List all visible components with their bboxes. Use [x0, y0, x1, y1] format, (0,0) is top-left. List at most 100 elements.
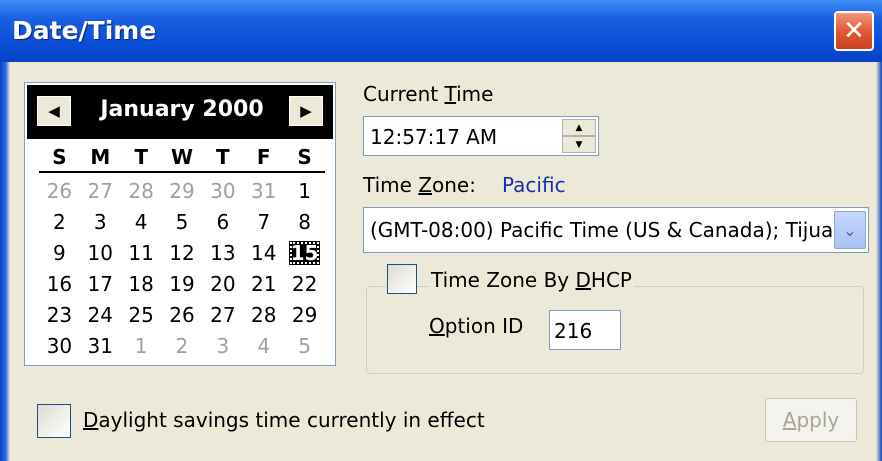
time-zone-select[interactable]: (GMT-08:00) Pacific Time (US & Canada); … [363, 207, 869, 253]
calendar-day[interactable]: 25 [121, 299, 162, 330]
weekday-label: S [297, 145, 312, 169]
calendar-day[interactable]: 30 [39, 330, 80, 361]
calendar-day-number: 10 [87, 240, 113, 265]
calendar-day[interactable]: 7 [243, 206, 284, 237]
calendar-day[interactable]: 23 [39, 299, 80, 330]
calendar-day[interactable]: 29 [284, 299, 325, 330]
calendar-day-number: 23 [46, 302, 73, 327]
calendar-day-number: 27 [210, 302, 236, 327]
time-zone-label-pre: Time [363, 173, 419, 197]
weekday-label: T [134, 145, 148, 169]
time-value[interactable]: 12:57:17 AM [370, 125, 497, 149]
calendar-day-number: 3 [216, 333, 230, 358]
calendar-day[interactable]: 21 [243, 268, 284, 299]
calendar-day-number: 4 [134, 209, 148, 234]
calendar-day[interactable]: 20 [202, 268, 243, 299]
calendar-day-number: 4 [257, 333, 271, 358]
calendar-day[interactable]: 13 [202, 237, 243, 268]
calendar-day-number: 22 [291, 271, 318, 296]
calendar-day-selected[interactable]: 15 [284, 237, 325, 268]
calendar-day[interactable]: 3 [202, 330, 243, 361]
calendar-day-number: 1 [298, 178, 311, 203]
time-zone-dropdown-button[interactable]: ⌄ [834, 211, 866, 249]
calendar-day[interactable]: 28 [121, 175, 162, 206]
calendar-day[interactable]: 18 [121, 268, 162, 299]
window-frame-left [0, 62, 10, 461]
calendar-day-number: 31 [250, 178, 277, 203]
calendar-day[interactable]: 9 [39, 237, 80, 268]
dhcp-label-pre: Time Zone By [431, 268, 576, 292]
calendar-day[interactable]: 22 [284, 268, 325, 299]
dhcp-checkbox[interactable] [387, 264, 417, 294]
calendar-day[interactable]: 28 [243, 299, 284, 330]
calendar-day[interactable]: 19 [162, 268, 203, 299]
calendar-day[interactable]: 12 [162, 237, 203, 268]
calendar-day-number: 21 [250, 271, 277, 296]
calendar-header: ◀ January 2000 ▶ [27, 85, 333, 139]
time-picker[interactable]: 12:57:17 AM ▲ ▼ [363, 116, 599, 156]
calendar-day[interactable]: 1 [284, 175, 325, 206]
calendar-day[interactable]: 5 [284, 330, 325, 361]
calendar-day[interactable]: 8 [284, 206, 325, 237]
dhcp-label[interactable]: Time Zone By DHCP [429, 268, 634, 292]
spin-up-button[interactable]: ▲ [562, 119, 596, 136]
calendar-day-number: 14 [250, 240, 277, 265]
calendar-day-number: 17 [87, 271, 113, 296]
calendar-day-number: 29 [291, 302, 318, 327]
apply-label-post: pply [796, 408, 840, 432]
calendar-day[interactable]: 17 [80, 268, 121, 299]
calendar-day[interactable]: 1 [121, 330, 162, 361]
calendar-day[interactable]: 27 [80, 175, 121, 206]
calendar-day[interactable]: 2 [39, 206, 80, 237]
calendar-day[interactable]: 31 [80, 330, 121, 361]
current-time-label-key: T [444, 82, 457, 106]
daylight-label[interactable]: Daylight savings time currently in effec… [83, 408, 485, 432]
calendar-day-number: 2 [53, 209, 66, 234]
close-button[interactable]: ✕ [834, 11, 874, 51]
weekday-label: S [52, 145, 67, 169]
calendar-day[interactable]: 10 [80, 237, 121, 268]
calendar-day[interactable]: 4 [243, 330, 284, 361]
calendar-day-number: 13 [210, 240, 236, 265]
window-frame-right [876, 62, 882, 461]
calendar-day[interactable]: 3 [80, 206, 121, 237]
weekday-header-row: SMTWTFS [39, 145, 325, 173]
calendar-day[interactable]: 26 [162, 299, 203, 330]
calendar-day-number: 11 [128, 240, 154, 265]
calendar-day[interactable]: 31 [243, 175, 284, 206]
caret-up-icon: ▲ [575, 122, 583, 133]
calendar-day-number: 24 [87, 302, 113, 327]
calendar-day[interactable]: 24 [80, 299, 121, 330]
calendar-day[interactable]: 5 [162, 206, 203, 237]
calendar-day[interactable]: 29 [162, 175, 203, 206]
apply-label-key: A [782, 408, 797, 432]
prev-month-button[interactable]: ◀ [37, 96, 71, 126]
time-zone-label-key: Z [418, 173, 433, 197]
calendar-day[interactable]: 16 [39, 268, 80, 299]
calendar-day[interactable]: 6 [202, 206, 243, 237]
calendar-day-number: 12 [169, 240, 195, 265]
calendar-day[interactable]: 27 [202, 299, 243, 330]
next-month-button[interactable]: ▶ [289, 96, 323, 126]
weekday-label: M [90, 145, 111, 169]
arrow-right-icon: ▶ [300, 102, 312, 120]
calendar-day[interactable]: 11 [121, 237, 162, 268]
option-id-input[interactable]: 216 [549, 310, 621, 350]
calendar-day[interactable]: 2 [162, 330, 203, 361]
calendar-day-number: 20 [210, 271, 236, 296]
calendar-day[interactable]: 30 [202, 175, 243, 206]
spin-down-button[interactable]: ▼ [562, 136, 596, 153]
time-spinner[interactable]: ▲ ▼ [562, 119, 596, 153]
calendar-day[interactable]: 26 [39, 175, 80, 206]
title-bar: Date/Time ✕ [0, 0, 882, 62]
calendar-day[interactable]: 14 [243, 237, 284, 268]
daylight-checkbox[interactable] [37, 404, 71, 438]
calendar-day-number: 29 [169, 178, 195, 203]
calendar-month-label[interactable]: January 2000 [79, 97, 285, 122]
calendar-day[interactable]: 4 [121, 206, 162, 237]
calendar-day-number: 19 [169, 271, 195, 296]
month-calendar[interactable]: ◀ January 2000 ▶ SMTWTFS 26 27 28 29 30 31 1 2 3… [24, 82, 336, 366]
option-id-label-key: O [429, 314, 445, 338]
apply-button[interactable]: Apply [765, 398, 857, 442]
calendar-day-number: 16 [46, 271, 73, 296]
